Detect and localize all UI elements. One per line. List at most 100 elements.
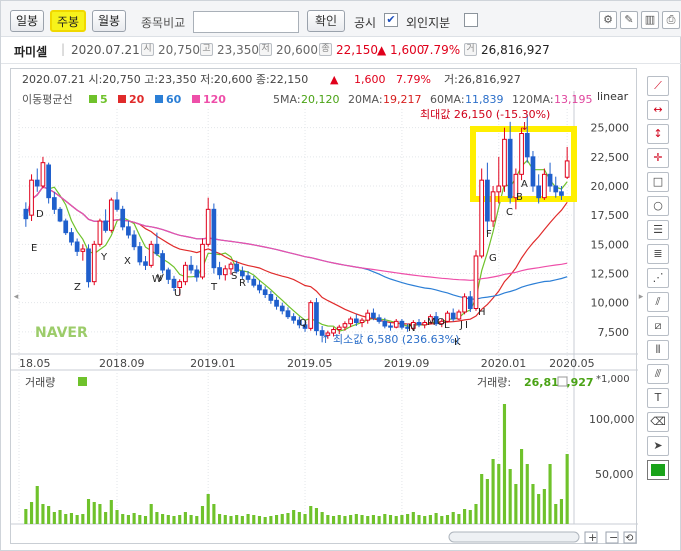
ma-legend-title: 이동평균선 [22,93,73,106]
volume-bar [280,514,284,524]
ma-legend-label: 5 [100,93,108,106]
volume-current-label: 거래량: [477,376,511,389]
period-week-button[interactable]: 주봉 [50,10,86,32]
ma-legend-label: 120 [203,93,226,106]
candle-body [69,232,74,243]
volume-bar [75,515,79,524]
compare-input[interactable] [193,11,299,33]
period-day-button[interactable]: 일봉 [10,10,44,32]
text-tool[interactable]: T [647,388,669,408]
volume-bar [189,515,193,524]
vertical-line-tool[interactable]: ↕ [647,124,669,144]
volume-bar [212,504,216,524]
horizontal-scrollbar[interactable] [448,531,580,543]
candle-body [108,199,114,231]
circle-tool[interactable]: ○ [647,196,669,216]
volume-bar [86,499,91,524]
volume-bar [326,515,330,524]
ma-legend-swatch [192,95,200,103]
color-picker[interactable] [647,460,669,480]
select-pointer-tool[interactable]: ➤ [647,436,669,456]
max-arrow: ↓ [520,120,529,133]
layout-icon[interactable]: ▥ [641,11,659,29]
fib-fan-tool[interactable]: ≣ [647,244,669,264]
candle-body [359,319,365,324]
candle-body [97,220,103,245]
ma-value-label: 5MA: [273,93,301,106]
candle-body [485,179,490,222]
print-icon[interactable]: ⎙ [662,11,680,29]
high-value: 23,350 [217,43,259,57]
candle-body [154,243,160,255]
candle-body [74,241,80,252]
candle-body [257,284,262,291]
volume-bar [263,517,267,524]
open-value: 20,750 [158,43,200,57]
chart-panel[interactable]: ABCDEFGHIJKLMNOQRSTUVWXYZ 7,500 10,000 12,… [10,68,638,544]
volume-bar [314,508,319,524]
y-tick-label: 17,500 [591,209,630,222]
volume-bar [548,464,552,524]
volume-close-icon[interactable] [557,376,568,387]
parallel-line-tool[interactable]: ⫻ [647,364,669,384]
ma-legend-swatch [155,95,163,103]
speed-line-tool[interactable]: ⫽ [647,292,669,312]
candle-body [462,296,467,313]
volume-tick-50k: 50,000 [595,468,634,481]
channel-tool[interactable]: ⧄ [647,316,669,336]
candle-body [228,263,234,270]
gann-fan-tool[interactable]: ⋰ [647,268,669,288]
eraser-tool[interactable]: ⌫ [647,412,669,432]
scale-label[interactable]: linear [597,90,629,103]
scroll-right-arrow[interactable]: ▸ [636,286,646,308]
candle-body [194,269,200,278]
signal-label-Y: Y [100,252,108,263]
low-value: 20,600 [276,43,318,57]
candle-body [188,264,194,271]
volume-bar [303,514,307,524]
volume-bar [480,474,484,524]
period-month-button[interactable]: 월봉 [92,10,126,32]
draw-pen-icon[interactable]: ✎ [620,11,638,29]
rectangle-tool[interactable]: □ [647,172,669,192]
zoom-in-icon: + [588,531,597,544]
candle-body [393,320,399,328]
volume-bar [47,506,51,524]
cycle-line-tool[interactable]: ⦀ [647,340,669,360]
horizontal-line-tool[interactable]: ↔ [647,100,669,120]
chart-window: 일봉 주봉 월봉 종목비교 확인 공시 ✔ 외인지분 ⚙ ✎ ▥ ⎙ 파미셀 |… [0,0,681,551]
volume-bar [508,469,512,524]
volume-bar [104,512,108,524]
x-tick-label: 2019.09 [384,357,430,370]
volume-bar [371,515,375,524]
annotation-labels: ABCDEFGHIJKLMNOQRSTUVWXYZ [31,179,528,348]
crosshair-tool[interactable]: ✛ [647,148,669,168]
zoom-out-icon: − [609,531,618,544]
low-badge: 저 [259,43,272,56]
public-checkbox[interactable]: ✔ [384,13,398,27]
fibonacci-tool[interactable]: ☰ [647,220,669,240]
candle-body [262,289,268,295]
signal-label-L: L [444,320,450,331]
y-tick-label: 10,000 [591,297,630,310]
volume-bar [337,515,341,524]
volume-bar [554,504,558,524]
chart-header-change-arrow: ▲ [330,73,339,86]
trend-line-tool[interactable]: ⟋ [647,76,669,96]
signal-label-E: E [31,243,37,254]
confirm-button[interactable]: 확인 [307,10,345,32]
signal-label-W: W [152,274,162,285]
settings-icon[interactable]: ⚙ [599,11,617,29]
candle-body [126,226,131,236]
x-tick-label: 2020.01 [481,357,526,370]
volume-unit: *1,000 [596,374,630,385]
scroll-left-arrow[interactable]: ◂ [11,286,21,308]
candle-body [222,268,228,276]
volume-bar [235,515,239,524]
foreign-checkbox[interactable] [464,13,478,27]
candle-body [120,208,126,228]
signal-label-C: C [506,207,513,218]
x-tick-label: 2020.05 [549,357,595,370]
volume-bar [69,513,73,524]
signal-label-S: S [231,271,237,282]
